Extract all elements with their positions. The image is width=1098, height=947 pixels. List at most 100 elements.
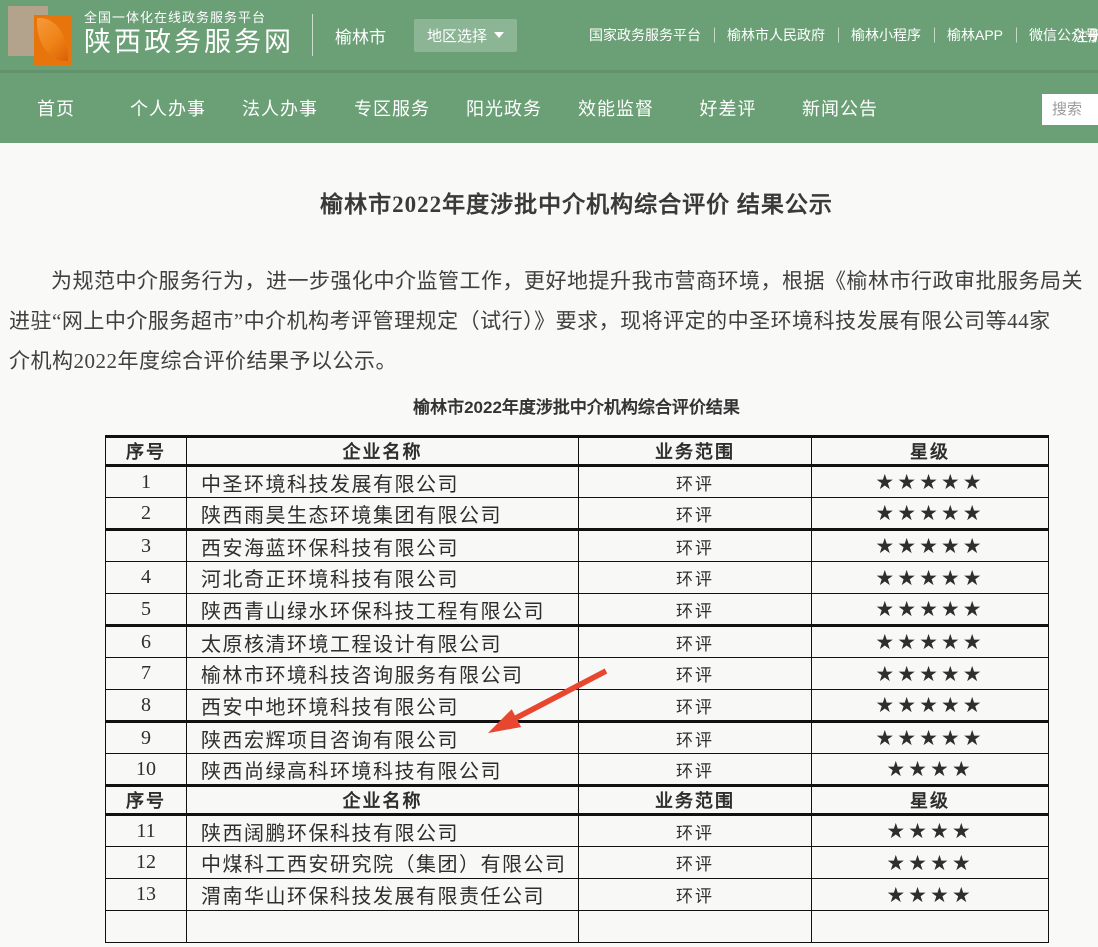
cell-scope: 环评 xyxy=(579,722,812,754)
cell-no: 6 xyxy=(106,626,187,658)
cell-empty xyxy=(187,911,579,943)
column-header: 业务范围 xyxy=(579,437,812,466)
main-nav: 首页个人办事法人办事专区服务阳光政务效能监督好差评新闻公告 xyxy=(0,70,1098,143)
star-rating: ★★★★★ xyxy=(812,530,1049,562)
paragraph-line: 介机构2022年度综合评价结果予以公示。 xyxy=(9,341,1098,381)
evaluation-results-table: 序号企业名称业务范围星级1中圣环境科技发展有限公司环评★★★★★2陕西雨昊生态环… xyxy=(105,435,1049,943)
nav-item-2[interactable]: 个人办事 xyxy=(112,95,224,121)
nav-item-7[interactable]: 好差评 xyxy=(672,95,784,121)
table-row: 7榆林市环境科技咨询服务有限公司环评★★★★★ xyxy=(106,658,1049,690)
cell-scope: 环评 xyxy=(579,498,812,530)
cell-scope: 环评 xyxy=(579,847,812,879)
header-links: 国家政务服务平台榆林市人民政府榆林小程序榆林APP微信公众号 xyxy=(576,0,1098,70)
cell-name: 中煤科工西安研究院（集团）有限公司 xyxy=(187,847,579,879)
column-header: 企业名称 xyxy=(187,786,579,815)
star-rating: ★★★★★ xyxy=(812,658,1049,690)
site-name: 陕西政务服务网 xyxy=(84,26,294,60)
table-header-row: 序号企业名称业务范围星级 xyxy=(106,786,1049,815)
table-row: 8西安中地环境科技有限公司环评★★★★★ xyxy=(106,690,1049,722)
table-row: 3西安海蓝环保科技有限公司环评★★★★★ xyxy=(106,530,1049,562)
table-row: 12中煤科工西安研究院（集团）有限公司环评★★★★ xyxy=(106,847,1049,879)
nav-item-6[interactable]: 效能监督 xyxy=(560,95,672,121)
star-rating: ★★★★★ xyxy=(812,626,1049,658)
table-caption: 榆林市2022年度涉批中介机构综合评价结果 xyxy=(0,393,1098,418)
cell-no: 9 xyxy=(106,722,187,754)
site-logo-icon xyxy=(8,4,74,68)
cell-name: 太原核清环境工程设计有限公司 xyxy=(187,626,579,658)
region-selector-button[interactable]: 地区选择 xyxy=(414,19,517,52)
cell-empty xyxy=(106,911,187,943)
column-header: 序号 xyxy=(106,437,187,466)
nav-item-5[interactable]: 阳光政务 xyxy=(448,95,560,121)
header-link[interactable]: 榆林APP xyxy=(934,25,1016,45)
cell-no: 4 xyxy=(106,562,187,594)
table-row: 13渭南华山环保科技发展有限责任公司环评★★★★ xyxy=(106,879,1049,911)
cell-scope: 环评 xyxy=(579,466,812,498)
chevron-down-icon xyxy=(494,32,504,38)
nav-items: 首页个人办事法人办事专区服务阳光政务效能监督好差评新闻公告 xyxy=(0,73,1098,143)
table-row: 9陕西宏辉项目咨询有限公司环评★★★★★ xyxy=(106,722,1049,754)
region-selector-label: 地区选择 xyxy=(427,25,487,46)
cell-scope: 环评 xyxy=(579,530,812,562)
divider xyxy=(312,14,313,56)
paragraph-line: 为规范中介服务行为，进一步强化中介监管工作，更好地提升我市营商环境，根据《榆林市… xyxy=(9,261,1098,301)
cell-scope: 环评 xyxy=(579,879,812,911)
header-link[interactable]: 榆林市人民政府 xyxy=(714,25,838,45)
table-row: 11陕西阔鹏环保科技有限公司环评★★★★ xyxy=(106,815,1049,847)
search-input[interactable] xyxy=(1042,94,1098,125)
star-rating: ★★★★★ xyxy=(812,498,1049,530)
cell-no: 10 xyxy=(106,754,187,786)
cell-scope: 环评 xyxy=(579,690,812,722)
header-link[interactable]: 榆林小程序 xyxy=(838,25,934,45)
table-row-partial xyxy=(106,911,1049,943)
star-rating: ★★★★ xyxy=(812,879,1049,911)
cell-name: 陕西阔鹏环保科技有限公司 xyxy=(187,815,579,847)
nav-item-8[interactable]: 新闻公告 xyxy=(784,95,896,121)
cell-empty xyxy=(579,911,812,943)
nav-item-4[interactable]: 专区服务 xyxy=(336,95,448,121)
cell-name: 河北奇正环境科技有限公司 xyxy=(187,562,579,594)
star-rating: ★★★★ xyxy=(812,847,1049,879)
star-rating: ★★★★★ xyxy=(812,466,1049,498)
cell-name: 榆林市环境科技咨询服务有限公司 xyxy=(187,658,579,690)
table-row: 4河北奇正环境科技有限公司环评★★★★★ xyxy=(106,562,1049,594)
table-row: 6太原核清环境工程设计有限公司环评★★★★★ xyxy=(106,626,1049,658)
header-link[interactable]: 国家政务服务平台 xyxy=(576,25,714,45)
cell-no: 5 xyxy=(106,594,187,626)
paragraph-line: 进驻“网上中介服务超市”中介机构考评管理规定（试行）》要求，现将评定的中圣环境科… xyxy=(9,301,1098,341)
column-header: 星级 xyxy=(812,786,1049,815)
nav-item-3[interactable]: 法人办事 xyxy=(224,95,336,121)
cell-name: 陕西青山绿水环保科技工程有限公司 xyxy=(187,594,579,626)
cell-scope: 环评 xyxy=(579,815,812,847)
table-row: 5陕西青山绿水环保科技工程有限公司环评★★★★★ xyxy=(106,594,1049,626)
star-rating: ★★★★ xyxy=(812,815,1049,847)
register-link[interactable]: 注册 xyxy=(1073,0,1098,70)
cell-scope: 环评 xyxy=(579,754,812,786)
column-header: 星级 xyxy=(812,437,1049,466)
table-header-row: 序号企业名称业务范围星级 xyxy=(106,437,1049,466)
cell-scope: 环评 xyxy=(579,626,812,658)
cell-name: 中圣环境科技发展有限公司 xyxy=(187,466,579,498)
nav-item-1[interactable]: 首页 xyxy=(0,95,112,121)
cell-no: 1 xyxy=(106,466,187,498)
announcement-page: 榆林市2022年度涉批中介机构综合评价 结果公示 为规范中介服务行为，进一步强化… xyxy=(0,143,1098,947)
platform-tagline: 全国一体化在线政务服务平台 xyxy=(84,10,294,26)
cell-scope: 环评 xyxy=(579,658,812,690)
cell-no: 7 xyxy=(106,658,187,690)
table-row: 2陕西雨昊生态环境集团有限公司环评★★★★★ xyxy=(106,498,1049,530)
cell-scope: 环评 xyxy=(579,562,812,594)
star-rating: ★★★★★ xyxy=(812,562,1049,594)
cell-name: 西安海蓝环保科技有限公司 xyxy=(187,530,579,562)
cell-no: 12 xyxy=(106,847,187,879)
cell-name: 陕西尚绿高科环境科技有限公司 xyxy=(187,754,579,786)
star-rating: ★★★★★ xyxy=(812,594,1049,626)
site-header: 全国一体化在线政务服务平台 陕西政务服务网 榆林市 地区选择 国家政务服务平台榆… xyxy=(0,0,1098,70)
star-rating: ★★★★ xyxy=(812,754,1049,786)
cell-name: 渭南华山环保科技发展有限责任公司 xyxy=(187,879,579,911)
cell-no: 11 xyxy=(106,815,187,847)
cell-empty xyxy=(812,911,1049,943)
star-rating: ★★★★★ xyxy=(812,690,1049,722)
column-header: 企业名称 xyxy=(187,437,579,466)
table-row: 1中圣环境科技发展有限公司环评★★★★★ xyxy=(106,466,1049,498)
table-row: 10陕西尚绿高科环境科技有限公司环评★★★★ xyxy=(106,754,1049,786)
